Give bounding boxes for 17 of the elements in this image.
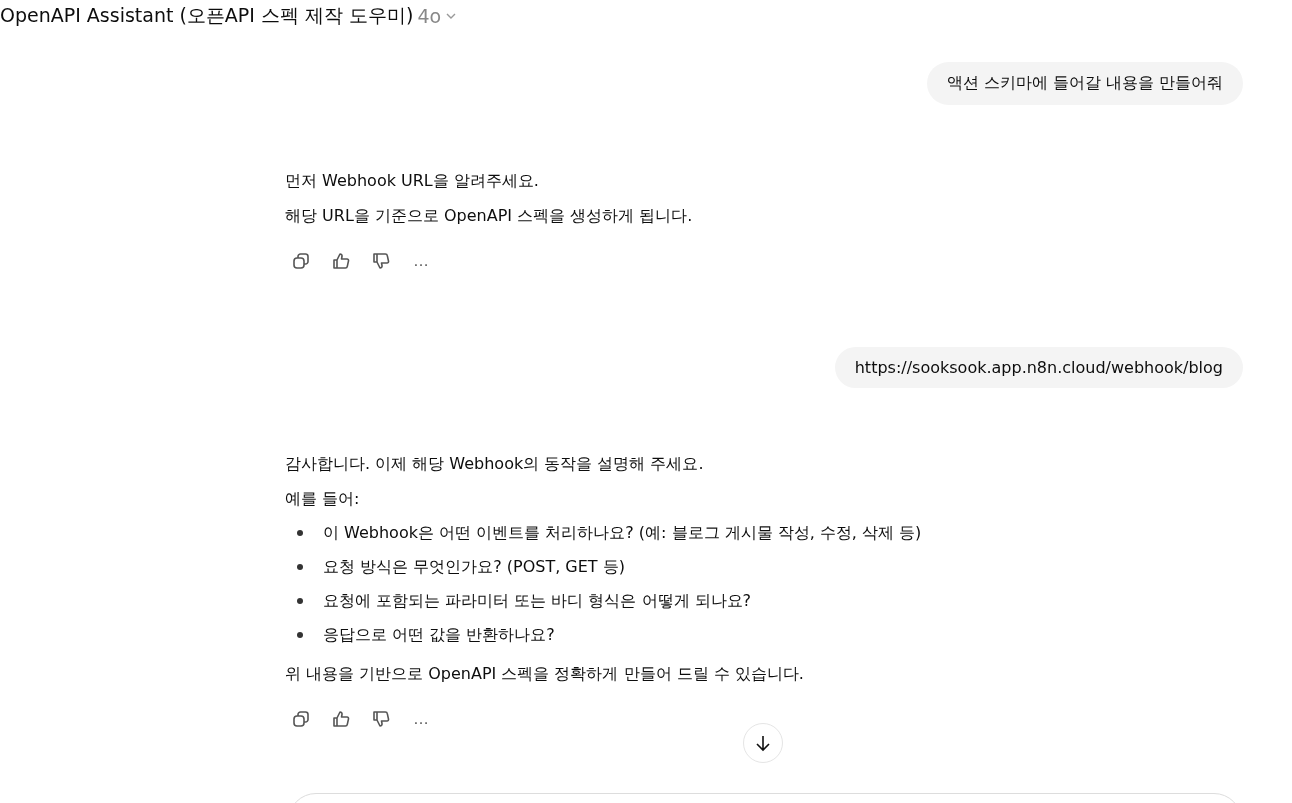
chat-title: OpenAPI Assistant (오픈API 스펙 제작 도우미): [0, 3, 414, 28]
model-selector[interactable]: 4o: [417, 5, 458, 27]
user-message: 액션 스키마에 들어갈 내용을 만들어줘: [926, 62, 1243, 105]
message-text: 해당 URL을 기준으로 OpenAPI 스펙을 생성하게 됩니다.: [285, 205, 694, 227]
arrow-down-icon: [753, 733, 773, 753]
message-text: 위 내용을 기반으로 OpenAPI 스펙을 정확하게 만들어 드릴 수 있습니다.: [285, 663, 805, 685]
user-message: https://sooksook.app.n8n.cloud/webhook/blog: [834, 347, 1243, 388]
list-item-text: 요청 방식은 무엇인가요? (POST, GET 등): [323, 556, 625, 578]
list-item-text: 요청에 포함되는 파라미터 또는 바디 형식은 어떻게 되나요?: [323, 590, 752, 612]
message-text: 먼저 Webhook URL을 알려주세요.: [285, 170, 540, 192]
more-button[interactable]: …: [405, 245, 437, 277]
list-item-text: 응답으로 어떤 값을 반환하나요?: [323, 624, 555, 646]
more-button[interactable]: …: [405, 703, 437, 735]
list-item-text: 이 Webhook은 어떤 이벤트를 처리하나요? (예: 블로그 게시물 작성, 수정, 삭제 등): [323, 522, 922, 544]
message-text: 예를 들어:: [285, 488, 361, 510]
message-text: 감사합니다. 이제 해당 Webhook의 동작을 설명해 주세요.: [285, 453, 705, 475]
scroll-down-button[interactable]: [743, 723, 783, 763]
